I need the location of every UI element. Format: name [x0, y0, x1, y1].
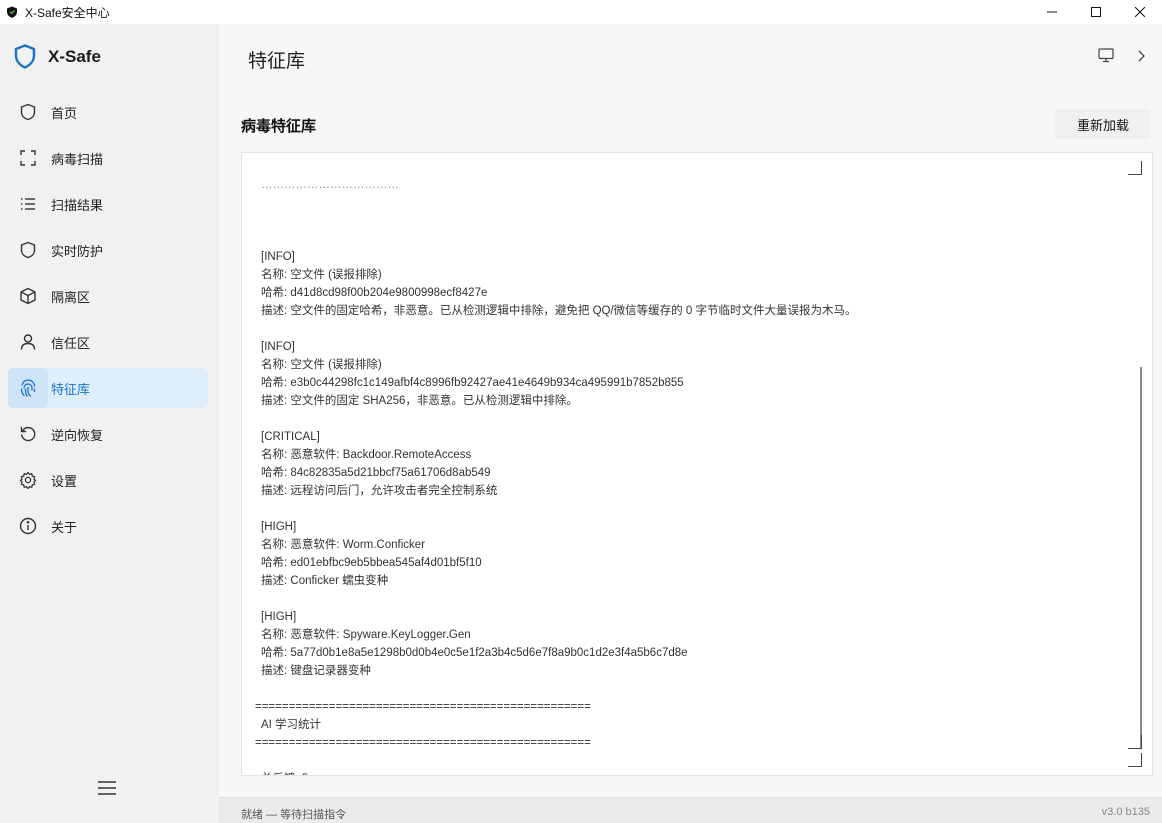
log-line: [HIGH] — [261, 611, 297, 623]
status-text: 就绪 — 等待扫描指令 — [241, 809, 347, 821]
sidebar-item-label: 实时防护 — [51, 243, 104, 259]
sidebar-item-about[interactable]: 关于 — [8, 506, 208, 546]
sidebar-item-realtime-protection[interactable]: 实时防护 — [8, 230, 208, 270]
log-line: 描述: 键盘记录器变种 — [261, 665, 371, 677]
log-line: AI 学习统计 — [261, 719, 322, 731]
log-line: 名称: 恶意软件: Worm.Conficker — [261, 539, 425, 551]
log-line: 哈希: ed01ebfbc9eb5bbea545af4d01bf5f10 — [261, 557, 482, 569]
brand-name: X-Safe — [48, 46, 101, 66]
log-line: [HIGH] — [261, 521, 297, 533]
sidebar-item-quarantine[interactable]: 隔离区 — [8, 276, 208, 316]
brand: X-Safe — [14, 44, 101, 69]
title-bar: X-Safe安全中心 — [0, 0, 1162, 24]
sidebar-item-trust-zone[interactable]: 信任区 — [8, 322, 208, 362]
sidebar-item-settings[interactable]: 设置 — [8, 460, 208, 500]
section-title: 病毒特征库 — [241, 118, 317, 135]
log-line: [INFO] — [261, 251, 295, 263]
list-icon — [8, 184, 48, 224]
chevron-right-icon — [1138, 50, 1145, 61]
sidebar-item-label: 特征库 — [51, 381, 91, 397]
sidebar-item-label: 病毒扫描 — [51, 151, 104, 167]
log-line: 描述: 远程访问后门，允许攻击者完全控制系统 — [261, 485, 498, 497]
sidebar-item-label: 隔离区 — [51, 289, 91, 305]
scroll-down-marker[interactable] — [1128, 735, 1142, 749]
top-toolbar — [1098, 48, 1146, 68]
log-line: 名称: 恶意软件: Backdoor.RemoteAccess — [261, 449, 472, 461]
sidebar-item-label: 首页 — [51, 105, 78, 121]
log-line: 描述: Conficker 蠕虫变种 — [261, 575, 389, 587]
close-button[interactable] — [1118, 0, 1162, 24]
log-line: 名称: 恶意软件: Spyware.KeyLogger.Gen — [261, 629, 471, 641]
page-title: 特征库 — [248, 50, 306, 72]
fingerprint-icon — [8, 368, 48, 408]
monitor-button[interactable] — [1098, 48, 1114, 68]
gear-icon — [8, 460, 48, 500]
log-line: 哈希: 84c82835a5d21bbcf75a61706d8ab549 — [261, 467, 491, 479]
sidebar-item-home[interactable]: 首页 — [8, 92, 208, 132]
log-line: 哈希: e3b0c44298fc1c149afbf4c8996fb92427ae… — [261, 377, 684, 389]
menu-toggle-button[interactable] — [96, 777, 118, 799]
shield-logo-icon — [7, 6, 17, 18]
sidebar-item-label: 关于 — [51, 519, 78, 535]
sidebar: X-Safe 首页 病毒扫描 扫描结果 实时防护 隔离区 信任区 特征库 逆向恢… — [0, 24, 219, 823]
log-line-partial: ……………………………… — [261, 179, 399, 191]
cube-icon — [8, 276, 48, 316]
log-line: 描述: 空文件的固定 SHA256，非恶意。已从检测逻辑中排除。 — [261, 395, 578, 407]
sidebar-item-label: 扫描结果 — [51, 197, 104, 213]
sidebar-item-signature-db[interactable]: 特征库 — [8, 368, 208, 408]
reload-button[interactable]: 重新加载 — [1055, 109, 1151, 139]
log-line: ========================================… — [255, 737, 591, 749]
sidebar-item-label: 设置 — [51, 473, 78, 489]
maximize-button[interactable] — [1074, 0, 1118, 24]
log-line: [CRITICAL] — [261, 431, 320, 443]
scrollbar-thumb[interactable] — [1140, 367, 1142, 749]
close-icon — [1135, 7, 1145, 17]
sidebar-item-reverse-restore[interactable]: 逆向恢复 — [8, 414, 208, 454]
hamburger-icon — [98, 781, 116, 795]
shield-logo-icon — [14, 44, 36, 69]
sidebar-item-label: 逆向恢复 — [51, 427, 104, 443]
log-line: 名称: 空文件 (误报排除) — [261, 269, 382, 281]
sidebar-item-virus-scan[interactable]: 病毒扫描 — [8, 138, 208, 178]
log-line: 哈希: 5a77d0b1e8a5e1298b0d0b4e0c5e1f2a3b4c… — [261, 647, 688, 659]
next-button[interactable] — [1136, 49, 1146, 68]
restore-icon — [8, 414, 48, 454]
log-line: 名称: 空文件 (误报排除) — [261, 359, 382, 371]
person-icon — [8, 322, 48, 362]
log-line: [INFO] — [261, 341, 295, 353]
shield-icon — [8, 92, 48, 132]
resize-grip[interactable] — [1128, 753, 1142, 767]
sidebar-item-scan-results[interactable]: 扫描结果 — [8, 184, 208, 224]
shield-icon — [8, 230, 48, 270]
status-bar: 就绪 — 等待扫描指令 v3.0 b135 — [219, 797, 1162, 823]
scroll-up-marker[interactable] — [1128, 161, 1142, 175]
log-line: 哈希: d41d8cd98f00b204e9800998ecf8427e — [261, 287, 488, 299]
sidebar-item-label: 信任区 — [51, 335, 91, 351]
version-label: v3.0 b135 — [1101, 806, 1150, 818]
minimize-icon — [1047, 11, 1057, 13]
info-icon — [8, 506, 48, 546]
monitor-icon — [1098, 48, 1114, 63]
minimize-button[interactable] — [1030, 0, 1074, 24]
log-line: 描述: 空文件的固定哈希，非恶意。已从检测逻辑中排除，避免把 QQ/微信等缓存的… — [261, 305, 857, 317]
log-text: ……………………………… [INFO] 名称: 空文件 (误报排除) 哈希: d41… — [255, 153, 857, 775]
log-line: 总反馈: 5 — [261, 770, 856, 775]
log-line: ========================================… — [255, 701, 591, 713]
window-title: X-Safe安全中心 — [25, 5, 110, 20]
maximize-icon — [1091, 7, 1101, 17]
main-content: 特征库 病毒特征库 重新加载 ……………………………… [INFO] 名称: 空文… — [219, 24, 1162, 823]
signature-log-view[interactable]: ……………………………… [INFO] 名称: 空文件 (误报排除) 哈希: d41… — [241, 152, 1153, 776]
window-controls — [1030, 0, 1162, 24]
scan-frame-icon — [8, 138, 48, 178]
